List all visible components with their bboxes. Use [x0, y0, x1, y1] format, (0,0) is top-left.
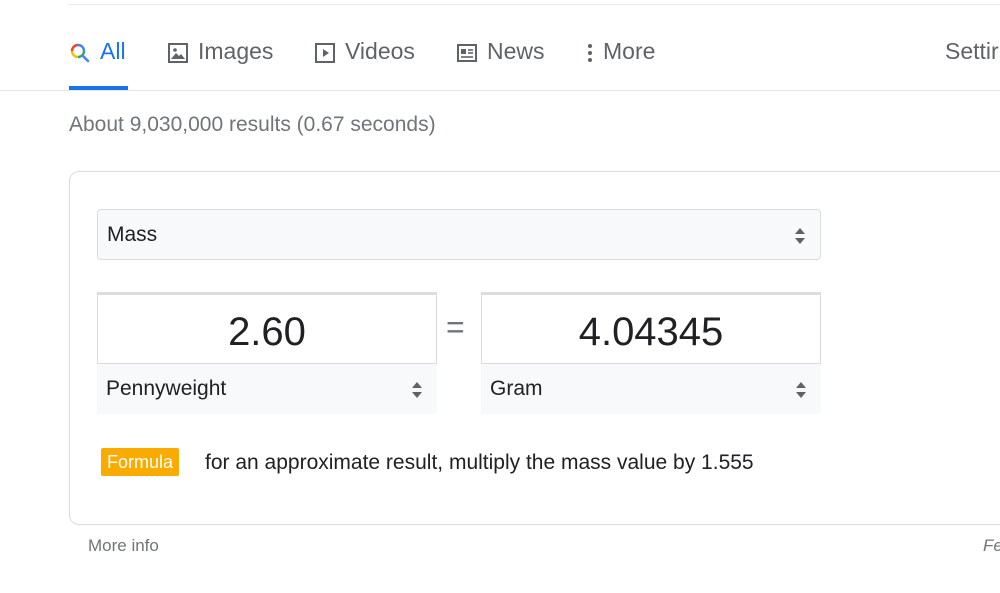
category-select-value: Mass	[107, 223, 158, 246]
tab-all[interactable]: All	[69, 38, 128, 90]
formula-text: for an approximate result, multiply the …	[205, 451, 754, 474]
select-arrows-icon	[411, 379, 423, 401]
to-unit-select[interactable]: Gram	[481, 363, 821, 414]
formula-badge: Formula	[101, 448, 180, 476]
tab-images[interactable]: Images	[167, 38, 273, 90]
more-vert-icon	[586, 42, 594, 70]
from-value-input[interactable]: 2.60	[98, 303, 436, 361]
unit-converter-card: Mass 2.60 Pennyweight = 4.04345 Gram For…	[69, 171, 1000, 525]
search-tabs-bar: All Images Videos News More Settir	[0, 0, 1000, 91]
more-info-link[interactable]: More info	[88, 536, 159, 556]
tab-videos[interactable]: Videos	[314, 38, 415, 90]
video-icon	[314, 42, 336, 70]
equals-sign: =	[446, 309, 465, 345]
tab-settings[interactable]: Settir	[945, 38, 999, 90]
result-stats: About 9,030,000 results (0.67 seconds)	[69, 113, 436, 136]
tab-more-label: More	[603, 38, 656, 64]
tab-all-label: All	[100, 38, 126, 64]
feedback-link[interactable]: Fe	[983, 536, 1000, 556]
select-arrows-icon	[795, 379, 807, 401]
from-unit-select-value: Pennyweight	[106, 377, 227, 400]
from-unit-select[interactable]: Pennyweight	[97, 363, 437, 414]
tab-more[interactable]: More	[586, 38, 655, 90]
to-value-input[interactable]: 4.04345	[482, 303, 820, 361]
tab-videos-label: Videos	[345, 38, 415, 64]
tab-settings-label: Settir	[945, 38, 999, 64]
select-arrows-icon	[794, 225, 806, 247]
tab-news[interactable]: News	[456, 38, 545, 90]
news-icon	[456, 42, 478, 70]
to-unit-select-value: Gram	[490, 377, 543, 400]
tab-images-label: Images	[198, 38, 274, 64]
category-select[interactable]: Mass	[97, 209, 821, 260]
from-unit-panel: 2.60 Pennyweight	[97, 292, 437, 414]
search-icon	[69, 42, 91, 70]
active-tab-indicator	[69, 86, 128, 90]
to-unit-panel: 4.04345 Gram	[481, 292, 821, 414]
tab-news-label: News	[487, 38, 545, 64]
image-icon	[167, 42, 189, 70]
